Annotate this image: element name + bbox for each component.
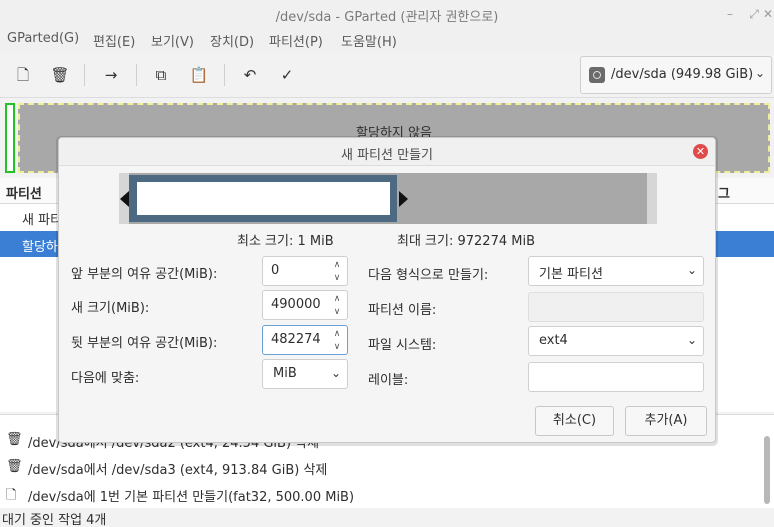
label-label: 레이블: [368,373,409,388]
menu-help[interactable]: 도움말(H) [341,31,397,50]
partition-row-label: 할당하 [22,240,58,255]
create-as-label: 다음 형식으로 만들기: [368,268,489,283]
free-before-label: 앞 부분의 여유 공간(MiB): [71,267,218,282]
operation-row[interactable]: 🗑 /dev/sda에서 /dev/sda3 (ext4, 913.84 GiB… [0,454,760,480]
add-button[interactable]: 추가(A) [625,406,707,436]
maximize-icon[interactable]: ⤢ [746,6,762,22]
chevron-down-icon: ⌄ [754,66,765,80]
partition-name-label: 파티션 이름: [368,303,437,318]
new-partition-dialog: 새 파티션 만들기 ✕ 최소 크기: 1 MiB 최대 크기: 972274 M… [58,137,716,443]
undo-icon[interactable]: ↶ [240,65,260,85]
menu-edit[interactable]: 편집(E) [93,31,135,50]
max-size-label: 최대 크기: 972274 MiB [397,234,535,249]
align-select[interactable]: MiB ⌄ [262,359,348,389]
operation-row[interactable]: 🗋 /dev/sda에 1번 기본 파티션 만들기(fat32, 500.00 … [0,481,760,507]
toolbar-separator [224,64,225,86]
column-partition[interactable]: 파티션 [6,183,42,202]
file-system-label: 파일 시스템: [368,338,437,353]
toolbar-separator [136,64,137,86]
create-as-select[interactable]: 기본 파티션 ⌄ [528,256,704,286]
free-after-spin[interactable]: 482274 ∧ ∨ [262,325,348,355]
increment-icon[interactable]: ∧ [331,259,343,271]
disk-icon [589,67,605,83]
delete-icon[interactable]: 🗑 [50,65,70,85]
apply-icon[interactable]: ✓ [277,65,297,85]
increment-icon[interactable]: ∧ [331,293,343,305]
free-before-spin[interactable]: 0 ∧ ∨ [262,256,348,286]
status-text: 대기 중인 작업 4개 [2,513,107,527]
partition-name-field [528,292,704,322]
cancel-button[interactable]: 취소(C) [535,406,614,436]
menu-gparted[interactable]: GParted(G) [7,31,79,46]
minimize-icon[interactable]: – [722,6,738,22]
label-field[interactable] [528,362,704,392]
decrement-icon[interactable]: ∨ [331,306,343,318]
new-partition-icon[interactable]: 🗋 [13,65,33,85]
delete-icon: 🗑 [6,459,23,474]
resize-move-icon[interactable]: → [101,65,121,85]
chevron-down-icon: ⌄ [330,366,341,380]
operations-scrollbar[interactable] [764,436,770,504]
free-before-value: 0 [271,263,280,278]
decrement-icon[interactable]: ∨ [331,341,343,353]
file-system-select[interactable]: ext4 ⌄ [528,326,704,356]
partition-graph-block[interactable] [5,103,15,173]
menu-bar: GParted(G) 편집(E) 보기(V) 장치(D) 파티션(P) 도움말(… [0,28,774,52]
paste-icon[interactable]: 📋 [189,65,209,85]
file-system-value: ext4 [539,333,568,348]
increment-icon[interactable]: ∧ [331,328,343,340]
menu-device[interactable]: 장치(D) [210,31,254,50]
align-value: MiB [273,366,297,381]
close-icon[interactable]: ✕ [693,144,708,159]
dialog-titlebar: 새 파티션 만들기 ✕ [59,138,715,166]
toolbar-separator [84,64,85,86]
decrement-icon[interactable]: ∨ [331,272,343,284]
create-as-value: 기본 파티션 [539,267,603,282]
new-size-label: 새 크기(MiB): [71,301,150,316]
resize-right-handle-icon[interactable] [399,191,408,207]
new-partition-icon: 🗋 [6,488,17,503]
partition-resizer-fill [137,182,390,215]
device-selector[interactable]: /dev/sda (949.98 GiB) ⌄ [580,56,772,94]
operation-text: /dev/sda에 1번 기본 파티션 만들기(fat32, 500.00 Mi… [28,490,355,505]
device-label: /dev/sda (949.98 GiB) [611,67,754,82]
menu-view[interactable]: 보기(V) [151,31,194,50]
chevron-down-icon: ⌄ [686,263,697,277]
copy-icon[interactable]: ⧉ [151,65,171,85]
delete-icon: 🗑 [6,432,23,447]
status-bar: 대기 중인 작업 4개 [0,508,774,527]
operation-text: /dev/sda에서 /dev/sda3 (ext4, 913.84 GiB) … [28,463,328,478]
new-size-spin[interactable]: 490000 ∧ ∨ [262,290,348,320]
new-size-value: 490000 [271,297,321,312]
align-label: 다음에 맞춤: [71,371,140,386]
close-window-icon[interactable]: ✕ [762,6,774,22]
min-size-label: 최소 크기: 1 MiB [237,234,334,249]
menu-partition[interactable]: 파티션(P) [269,31,323,50]
resize-left-handle-icon[interactable] [120,191,129,207]
window-title: /dev/sda - GParted (관리자 권한으로) [275,10,499,25]
chevron-down-icon: ⌄ [686,333,697,347]
free-after-label: 뒷 부분의 여유 공간(MiB): [71,336,218,351]
title-bar: /dev/sda - GParted (관리자 권한으로) – ⤢ ✕ [0,0,774,28]
free-after-value: 482274 [271,332,321,347]
column-flags[interactable]: 그 [718,183,730,202]
dialog-title: 새 파티션 만들기 [341,148,433,163]
